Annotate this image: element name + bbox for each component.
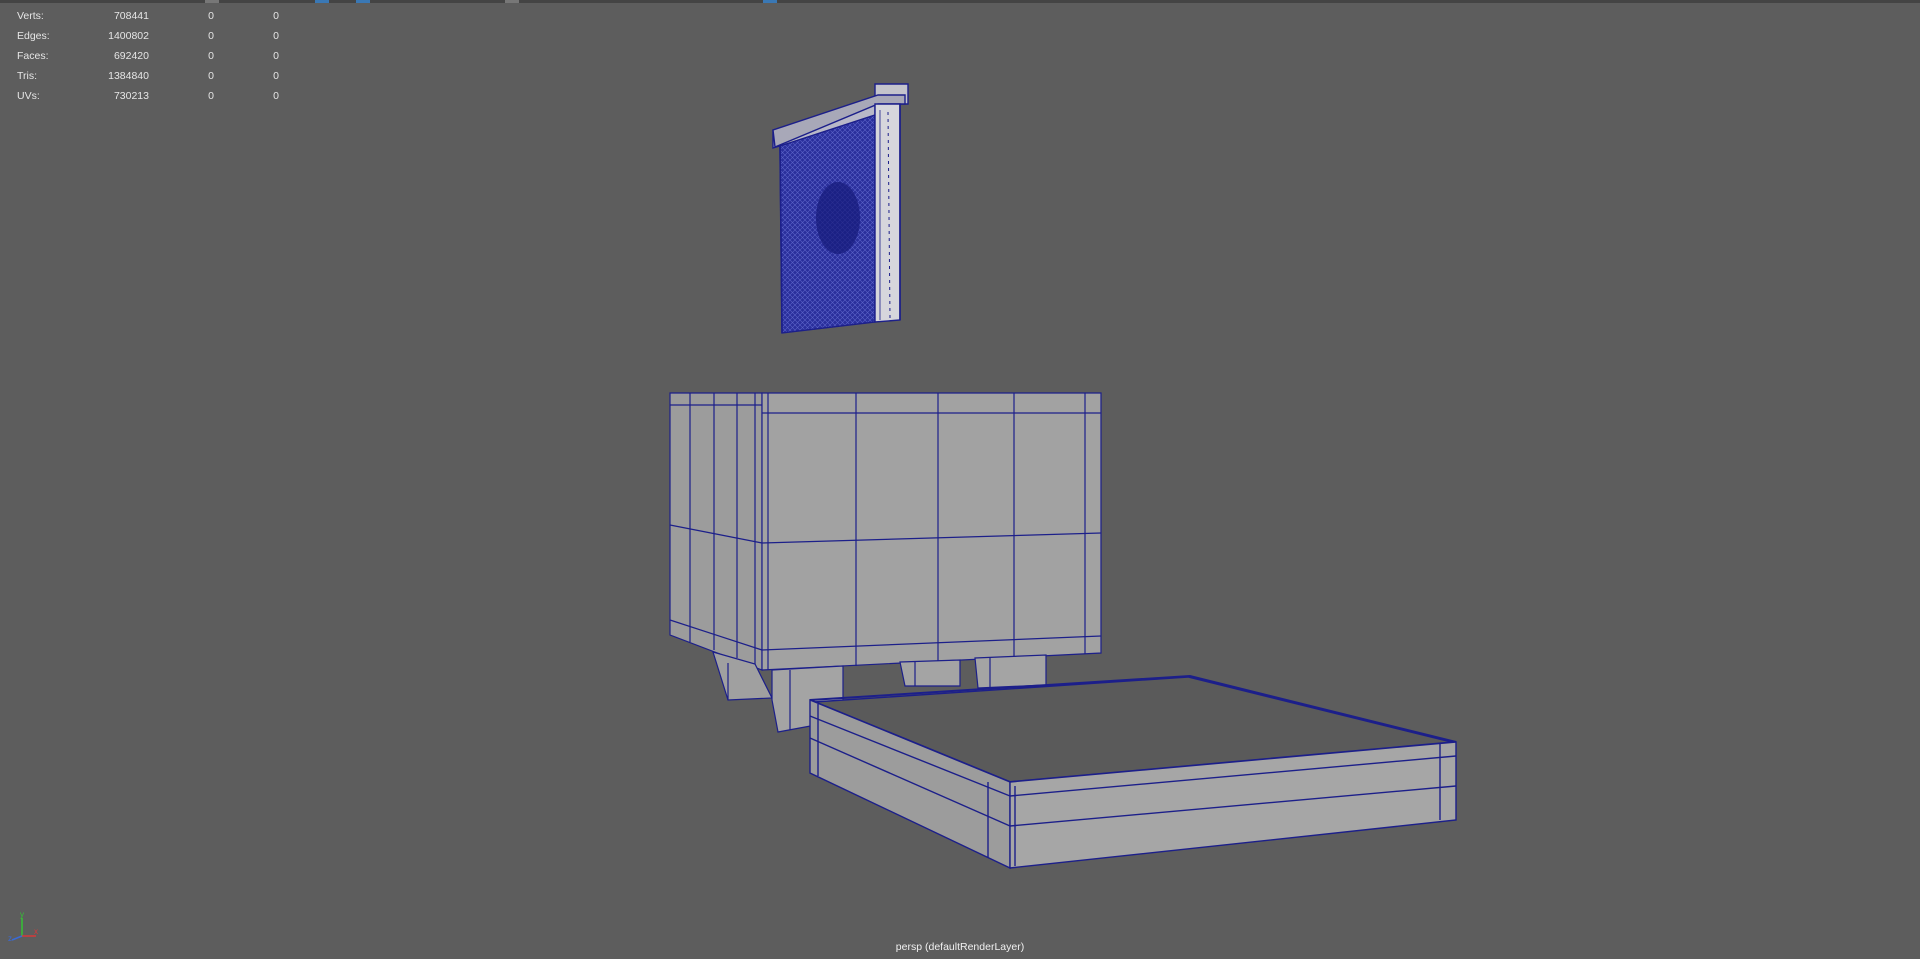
axis-gizmo: y x z [8, 910, 38, 942]
axis-x-label: x [34, 927, 38, 936]
axis-y-label: y [20, 910, 24, 919]
camera-label: persp (defaultRenderLayer) [895, 941, 1025, 953]
bed-frame-model[interactable] [809, 674, 1457, 870]
wall-shelf-model[interactable] [772, 83, 909, 334]
3d-viewport[interactable] [0, 0, 1920, 959]
cabinet-model[interactable] [669, 392, 1102, 733]
